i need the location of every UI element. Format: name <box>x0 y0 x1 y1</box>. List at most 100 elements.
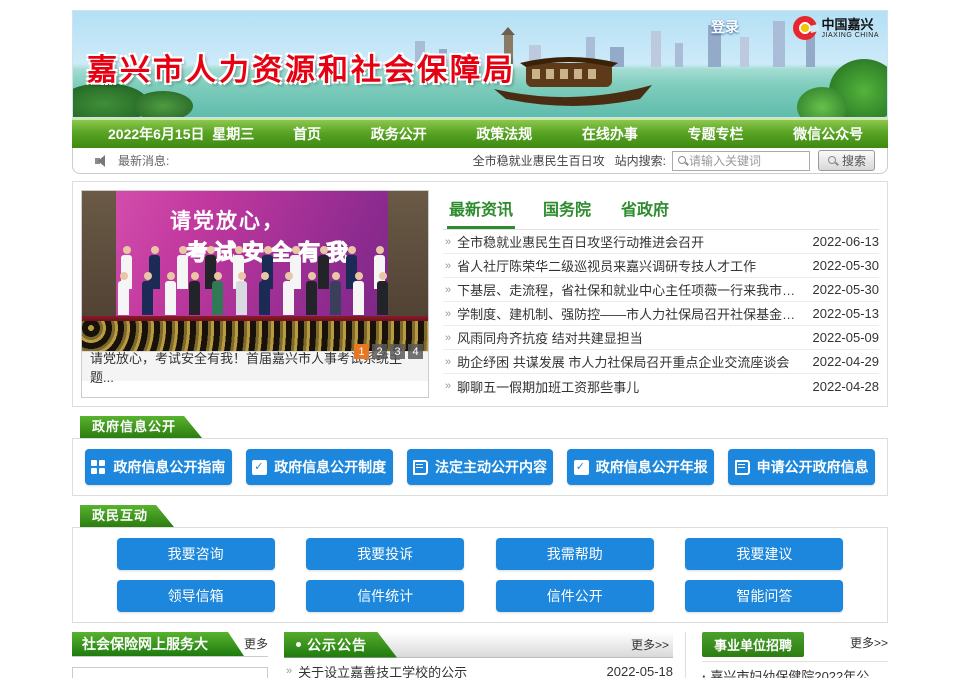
carousel-page-button[interactable]: 2 <box>372 344 387 359</box>
news-date: 2022-05-30 <box>813 282 880 297</box>
nav-item[interactable]: 微信公众号 <box>783 124 873 144</box>
recruitment-more-link[interactable]: 更多>> <box>850 634 888 655</box>
slide-banner-text: 请党放心， <box>170 205 285 235</box>
info-disclosure-section: 政府信息公开 政府信息公开指南 政府信息公开制度 法定主动公开内容 政府信息公开… <box>72 416 888 496</box>
announcement-row[interactable]: » 关于设立嘉善技工学校的公示 2022-05-18 <box>284 658 673 678</box>
nav-item[interactable]: 首页 <box>283 124 331 144</box>
ticker-label: 最新消息: <box>118 152 169 169</box>
nav-menu: 首页 政务公开 政策法规 在线办事 专题专栏 微信公众号 <box>268 124 888 144</box>
news-title[interactable]: 风雨同舟齐抗疫 结对共建显担当 <box>457 328 802 347</box>
ticker-bar: 最新消息: 全市稳就业惠民生百日攻 站内搜索: 搜索 <box>72 148 888 174</box>
announcements-title: 公示公告 <box>284 632 397 658</box>
news-row[interactable]: » 省人社厅陈荣华二级巡视员来嘉兴调研专技人才工作 2022-05-30 <box>443 254 879 278</box>
search-icon <box>677 155 689 167</box>
doc-check-icon <box>252 460 267 475</box>
bottom-row: 社会保险网上服务大厅 更多 个人(单位)社保证明打印办事指南 公示公告 更多>>… <box>72 632 888 678</box>
page-container: 嘉兴市人力资源和社会保障局 登录 中国嘉兴 JIAXING CHINA 2022… <box>72 10 888 678</box>
banner-building <box>740 37 749 67</box>
double-arrow-icon: » <box>445 308 451 320</box>
banner-building <box>773 21 785 67</box>
nav-date: 2022年6月15日 星期三 <box>72 124 268 144</box>
announcements-more-link[interactable]: 更多>> <box>631 636 673 653</box>
info-disclosure-button[interactable]: 政府信息公开年报 <box>567 449 714 485</box>
news-title[interactable]: 省人社厅陈荣华二级巡视员来嘉兴调研专技人才工作 <box>457 256 802 275</box>
interaction-button[interactable]: 智能问答 <box>685 580 843 612</box>
banner-building <box>675 43 683 67</box>
carousel-slide[interactable]: 请党放心， 考试安全有我 <box>82 191 428 351</box>
main-content: 请党放心， 考试安全有我 1234 请党放心，考试安全有我！首届嘉兴市人事考试系… <box>72 181 888 407</box>
search-button[interactable]: 搜索 <box>818 150 875 171</box>
info-disclosure-button[interactable]: 政府信息公开制度 <box>246 449 393 485</box>
social-insurance-title: 社会保险网上服务大厅 <box>72 632 244 656</box>
login-link[interactable]: 登录 <box>711 17 739 37</box>
nav-item[interactable]: 政策法规 <box>466 124 542 144</box>
recruitment-item[interactable]: 嘉兴市妇幼保健院2022年公开... <box>702 662 888 678</box>
site-banner: 嘉兴市人力资源和社会保障局 登录 中国嘉兴 JIAXING CHINA <box>72 10 888 118</box>
interaction-button[interactable]: 领导信箱 <box>117 580 275 612</box>
interaction-button[interactable]: 信件公开 <box>496 580 654 612</box>
announcement-title[interactable]: 关于设立嘉善技工学校的公示 <box>298 662 596 678</box>
news-row[interactable]: » 下基层、走流程，省社保和就业中心主任项薇一行来我市调研 “国统” 上线情况 … <box>443 278 879 302</box>
search-box <box>672 151 810 171</box>
logo-subtitle: JIAXING CHINA <box>822 32 879 39</box>
recruitment-column: 事业单位招聘 更多>> 嘉兴市妇幼保健院2022年公开...2022年嘉兴市属事… <box>702 632 888 678</box>
double-arrow-icon: » <box>445 236 451 248</box>
interaction-button[interactable]: 我需帮助 <box>496 538 654 570</box>
news-tab[interactable]: 最新资讯 <box>447 192 515 229</box>
news-row[interactable]: » 风雨同舟齐抗疫 结对共建显担当 2022-05-09 <box>443 326 879 350</box>
news-date: 2022-05-30 <box>813 258 880 273</box>
carousel-page-button[interactable]: 4 <box>408 344 423 359</box>
section-title-ribbon: 政府信息公开 <box>80 416 202 438</box>
interaction-buttons: 我要咨询我要投诉我需帮助我要建议领导信箱信件统计信件公开智能问答 <box>85 538 875 612</box>
news-date: 2022-06-13 <box>813 234 880 249</box>
recruitment-list: 嘉兴市妇幼保健院2022年公开...2022年嘉兴市属事业单位公开...2022… <box>702 662 888 678</box>
nav-item[interactable]: 在线办事 <box>572 124 648 144</box>
double-arrow-icon: » <box>286 665 292 677</box>
news-title[interactable]: 下基层、走流程，省社保和就业中心主任项薇一行来我市调研 “国统” 上线情况 <box>457 280 802 299</box>
carousel-page-button[interactable]: 3 <box>390 344 405 359</box>
grid-icon <box>91 460 106 475</box>
interaction-button[interactable]: 我要建议 <box>685 538 843 570</box>
carousel-page-button[interactable]: 1 <box>354 344 369 359</box>
social-insurance-column: 社会保险网上服务大厅 更多 个人(单位)社保证明打印办事指南 <box>72 632 268 678</box>
news-date: 2022-05-09 <box>813 330 880 345</box>
double-arrow-icon: » <box>445 284 451 296</box>
info-disclosure-buttons: 政府信息公开指南 政府信息公开制度 法定主动公开内容 政府信息公开年报 申请公开… <box>85 449 875 485</box>
search-input[interactable] <box>689 154 799 168</box>
news-list: » 全市稳就业惠民生百日攻坚行动推进会召开 2022-06-13 » 省人社厅陈… <box>443 230 879 398</box>
double-arrow-icon: » <box>445 332 451 344</box>
main-nav: 2022年6月15日 星期三 首页 政务公开 政策法规 在线办事 专题专栏 微信公众号 <box>72 118 888 148</box>
interaction-button[interactable]: 信件统计 <box>306 580 464 612</box>
news-title[interactable]: 学制度、建机制、强防控——市人力社保局召开社保基金要情专题学习会 <box>457 304 802 323</box>
logo-title: 中国嘉兴 <box>822 18 879 32</box>
double-arrow-icon: » <box>445 356 451 368</box>
interaction-button[interactable]: 我要咨询 <box>117 538 275 570</box>
news-row[interactable]: » 全市稳就业惠民生百日攻坚行动推进会召开 2022-06-13 <box>443 230 879 254</box>
social-insurance-more-link[interactable]: 更多 <box>244 635 268 656</box>
news-tabs: 最新资讯国务院省政府 <box>443 190 879 230</box>
news-carousel: 请党放心， 考试安全有我 1234 请党放心，考试安全有我！首届嘉兴市人事考试系… <box>81 190 429 398</box>
slide-people-row <box>112 281 394 315</box>
info-disclosure-button[interactable]: 法定主动公开内容 <box>407 449 554 485</box>
announcements-column: 公示公告 更多>> » 关于设立嘉善技工学校的公示 2022-05-18 » 关… <box>284 632 686 678</box>
nav-item[interactable]: 专题专栏 <box>678 124 754 144</box>
news-row[interactable]: » 学制度、建机制、强防控——市人力社保局召开社保基金要情专题学习会 2022-… <box>443 302 879 326</box>
service-item[interactable]: 个人(单位)社保证明打印 <box>72 667 268 678</box>
news-date: 2022-05-13 <box>813 306 880 321</box>
site-search-label: 站内搜索: <box>615 152 666 169</box>
news-tab[interactable]: 国务院 <box>541 192 593 229</box>
news-row[interactable]: » 聊聊五一假期加班工资那些事儿 2022-04-28 <box>443 374 879 398</box>
ticker-scroll-text: 全市稳就业惠民生百日攻 <box>473 152 605 169</box>
news-title[interactable]: 全市稳就业惠民生百日攻坚行动推进会召开 <box>457 232 802 251</box>
doc-check-icon <box>574 460 589 475</box>
news-title[interactable]: 助企纾困 共谋发展 市人力社保局召开重点企业交流座谈会 <box>457 352 802 371</box>
site-logo: 中国嘉兴 JIAXING CHINA <box>793 16 879 40</box>
info-disclosure-button[interactable]: 申请公开政府信息 <box>728 449 875 485</box>
news-tab[interactable]: 省政府 <box>619 192 671 229</box>
interaction-button[interactable]: 我要投诉 <box>306 538 464 570</box>
nav-item[interactable]: 政务公开 <box>361 124 437 144</box>
info-disclosure-button[interactable]: 政府信息公开指南 <box>85 449 232 485</box>
double-arrow-icon: » <box>445 380 451 392</box>
news-title[interactable]: 聊聊五一假期加班工资那些事儿 <box>457 377 802 396</box>
news-row[interactable]: » 助企纾困 共谋发展 市人力社保局召开重点企业交流座谈会 2022-04-29 <box>443 350 879 374</box>
